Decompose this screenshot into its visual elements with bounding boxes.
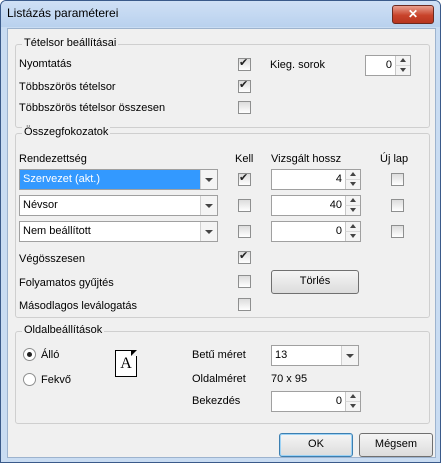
- col-header-uj-lap: Új lap: [380, 153, 409, 165]
- dialog-client-area: Tételsor beállításai Nyomtatás Többszörö…: [7, 28, 436, 458]
- vizsgalt-hossz-spinner-1[interactable]: 4: [271, 169, 361, 190]
- close-button[interactable]: ✕: [392, 5, 434, 24]
- rendezettseg-value-3: Nem beállított: [23, 225, 91, 237]
- spin-down-icon[interactable]: [395, 66, 410, 75]
- window-title: Listázás paraméterei: [7, 6, 119, 20]
- vegosszesen-checkbox[interactable]: [238, 249, 251, 264]
- vizsgalt-hossz-value-2: 40: [329, 199, 342, 211]
- vegosszesen-label: Végösszesen: [19, 253, 86, 265]
- nyomtatas-label: Nyomtatás: [19, 58, 72, 70]
- spin-down-icon[interactable]: [345, 180, 360, 189]
- bekezdes-value: 0: [335, 395, 342, 407]
- folyamatos-gyujtes-checkbox[interactable]: [238, 275, 251, 288]
- allo-label: Álló: [41, 349, 60, 361]
- betu-meret-value: 13: [275, 349, 288, 361]
- rendezettseg-select-1[interactable]: Szervezet (akt.): [19, 169, 218, 190]
- rendezettseg-value-2: Névsor: [23, 199, 58, 211]
- col-header-vizsgalt-hossz: Vizsgált hossz: [271, 153, 342, 165]
- kell-checkbox-1[interactable]: [238, 171, 251, 186]
- spin-up-icon[interactable]: [345, 392, 360, 402]
- group-osszegfokozatok-title: Összegfokozatok: [22, 126, 111, 138]
- kieg-sorok-value: 0: [385, 59, 392, 71]
- fekvo-label: Fekvő: [41, 374, 71, 386]
- page-letter: A: [120, 355, 132, 372]
- tobbszoros-checkbox[interactable]: [238, 78, 251, 93]
- col-header-rendezettseg: Rendezettség: [19, 153, 87, 165]
- bekezdes-spinner[interactable]: 0: [271, 391, 361, 412]
- oldalmeret-value: 70 x 95: [271, 373, 308, 385]
- nyomtatas-checkbox[interactable]: [238, 56, 251, 71]
- rendezettseg-select-2[interactable]: Névsor: [19, 195, 218, 216]
- folyamatos-gyujtes-label: Folyamatos gyűjtés: [19, 277, 114, 289]
- uj-lap-checkbox-2[interactable]: [391, 199, 404, 212]
- kell-checkbox-2[interactable]: [238, 199, 251, 212]
- group-oldalbeallitasok-title: Oldalbeállítások: [22, 324, 105, 336]
- spin-down-icon[interactable]: [345, 402, 360, 411]
- masodlagos-levalogatas-label: Másodlagos leválogatás: [19, 300, 138, 312]
- osszesen-label: Többszörös tételsor összesen: [19, 102, 166, 114]
- spin-up-icon[interactable]: [395, 56, 410, 66]
- chevron-down-icon[interactable]: [200, 170, 217, 189]
- uj-lap-checkbox-3[interactable]: [391, 225, 404, 238]
- kieg-sorok-spinner[interactable]: 0: [365, 55, 411, 76]
- oldalmeret-label: Oldalméret: [192, 373, 246, 385]
- group-tetelsor-title: Tételsor beállításai: [22, 37, 119, 49]
- tobbszoros-label: Többszörös tételsor: [19, 81, 116, 93]
- spin-down-icon[interactable]: [345, 232, 360, 241]
- vizsgalt-hossz-spinner-3[interactable]: 0: [271, 221, 361, 242]
- fekvo-radio[interactable]: [23, 373, 36, 386]
- torles-button[interactable]: Törlés: [271, 270, 359, 294]
- chevron-down-icon[interactable]: [200, 222, 217, 241]
- rendezettseg-select-3[interactable]: Nem beállított: [19, 221, 218, 242]
- uj-lap-checkbox-1[interactable]: [391, 173, 404, 186]
- chevron-down-icon[interactable]: [341, 346, 358, 365]
- rendezettseg-value-1: Szervezet (akt.): [23, 173, 101, 185]
- spin-up-icon[interactable]: [345, 170, 360, 180]
- dialog-window: Listázás paraméterei ✕ Tételsor beállítá…: [0, 0, 441, 463]
- vizsgalt-hossz-value-3: 0: [335, 225, 342, 237]
- allo-radio[interactable]: [23, 348, 36, 361]
- chevron-down-icon[interactable]: [200, 196, 217, 215]
- masodlagos-levalogatas-checkbox[interactable]: [238, 298, 251, 311]
- cancel-button[interactable]: Mégsem: [359, 433, 433, 457]
- title-bar[interactable]: Listázás paraméterei ✕: [1, 1, 440, 27]
- vizsgalt-hossz-value-1: 4: [335, 173, 342, 185]
- vizsgalt-hossz-spinner-2[interactable]: 40: [271, 195, 361, 216]
- spin-up-icon[interactable]: [345, 222, 360, 232]
- spin-down-icon[interactable]: [345, 206, 360, 215]
- bekezdes-label: Bekezdés: [192, 395, 241, 407]
- col-header-kell: Kell: [235, 153, 254, 165]
- kieg-sorok-label: Kieg. sorok: [270, 59, 326, 71]
- spin-up-icon[interactable]: [345, 196, 360, 206]
- betu-meret-select[interactable]: 13: [271, 345, 359, 366]
- betu-meret-label: Betű méret: [192, 349, 246, 361]
- portrait-page-icon: A: [115, 350, 137, 377]
- osszesen-checkbox[interactable]: [238, 101, 251, 114]
- ok-button[interactable]: OK: [279, 433, 353, 457]
- kell-checkbox-3[interactable]: [238, 225, 251, 238]
